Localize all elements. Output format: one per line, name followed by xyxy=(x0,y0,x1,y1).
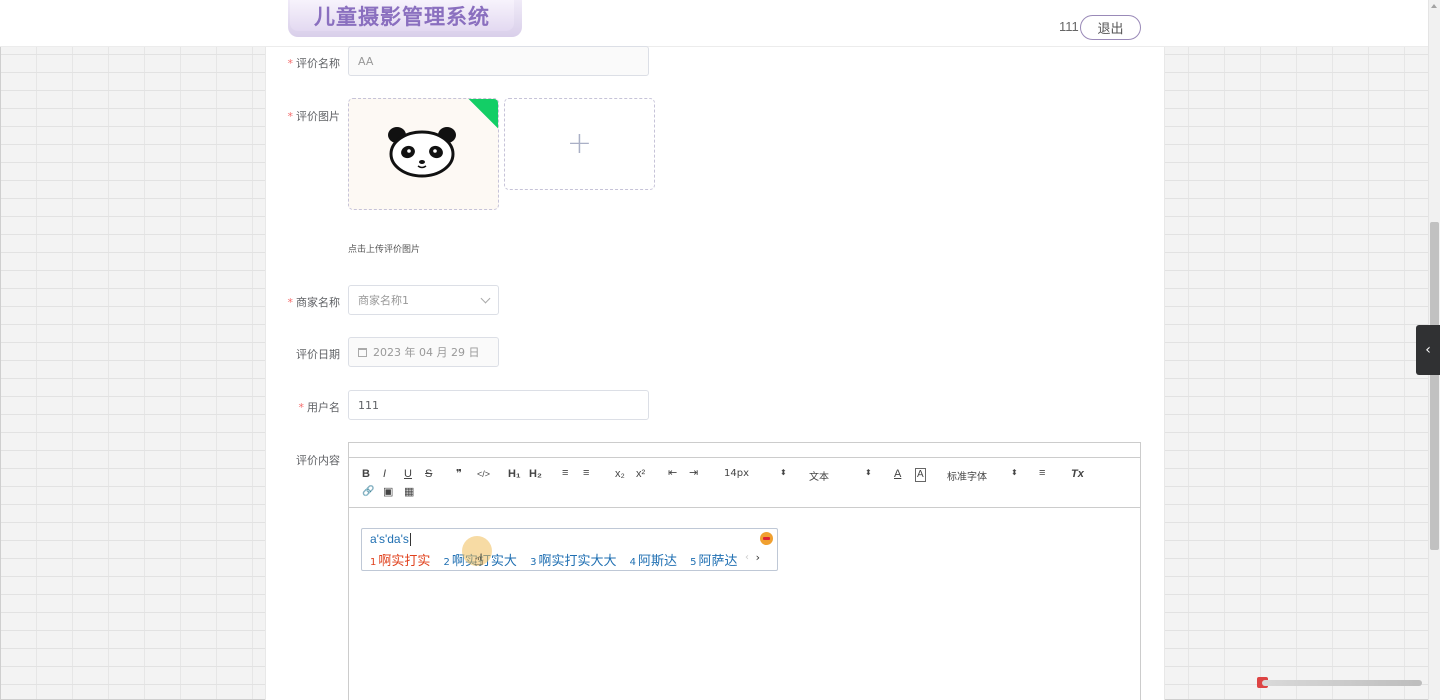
heading-select[interactable]: 文本 ⬍ xyxy=(809,468,874,483)
top-bar: 儿童摄影管理系统 111 退出 xyxy=(0,0,1428,47)
username-value: 111 xyxy=(358,398,379,412)
align-icon[interactable]: ≡ xyxy=(1039,467,1045,479)
required-mark: * xyxy=(287,57,294,70)
brand-inner: 儿童摄影管理系统 xyxy=(290,0,514,31)
app-title: 儿童摄影管理系统 xyxy=(314,4,490,29)
ordered-list-icon[interactable]: ≡ xyxy=(562,467,568,479)
link-icon[interactable]: 🔗 xyxy=(362,486,374,498)
underline-button[interactable]: U xyxy=(404,468,412,480)
editor-toolbar: B I U S ❞ </> H₁ H₂ ≡ ≡ x₂ x² ⇤ ⇥ 14px ⬍ … xyxy=(349,458,1140,508)
text-color-icon[interactable]: A xyxy=(894,468,901,480)
rich-text-editor[interactable]: B I U S ❞ </> H₁ H₂ ≡ ≡ x₂ x² ⇤ ⇥ 14px ⬍ … xyxy=(348,442,1141,700)
ime-logo-icon xyxy=(760,532,773,545)
chevron-down-icon xyxy=(480,293,491,304)
panda-image xyxy=(388,127,456,178)
ime-candidate[interactable]: 5 阿萨达 xyxy=(690,554,737,569)
ime-candidate[interactable]: 4 阿斯达 xyxy=(630,554,677,569)
hand-cursor-icon: ☝ xyxy=(474,550,484,569)
video-icon[interactable]: ▦ xyxy=(404,486,414,498)
editor-top-strip xyxy=(349,443,1140,458)
italic-button[interactable]: I xyxy=(383,468,386,480)
scroll-up-arrow-icon[interactable] xyxy=(1431,4,1437,8)
ime-next-page-icon[interactable]: › xyxy=(756,551,760,564)
clean-format-icon[interactable]: Tx xyxy=(1071,468,1084,480)
background-color-icon[interactable]: A xyxy=(915,468,926,482)
strike-button[interactable]: S xyxy=(425,468,432,480)
quote-icon[interactable]: ❞ xyxy=(456,468,462,480)
ime-composition: a's'da's xyxy=(370,532,411,547)
current-user: 111 xyxy=(1059,19,1079,34)
add-image-button[interactable]: + xyxy=(504,98,655,190)
font-size-select[interactable]: 14px ⬍ xyxy=(724,468,789,479)
review-date-value: 2023 年 04 月 29 日 xyxy=(373,346,480,359)
required-mark: * xyxy=(298,401,305,414)
required-mark: * xyxy=(287,110,294,123)
review-image-label: * 评价图片 xyxy=(287,110,341,123)
review-content-label: 评价内容 xyxy=(296,454,340,467)
indent-icon[interactable]: ⇥ xyxy=(689,467,698,479)
merchant-select[interactable]: 商家名称1 xyxy=(348,285,499,315)
merchant-name-label: * 商家名称 xyxy=(287,296,341,309)
outdent-icon[interactable]: ⇤ xyxy=(668,467,677,479)
uploaded-image-card[interactable] xyxy=(348,98,499,210)
logout-button[interactable]: 退出 xyxy=(1080,15,1141,40)
bullet-list-icon[interactable]: ≡ xyxy=(583,467,589,479)
ime-candidate[interactable]: 1 啊实打实 xyxy=(370,554,430,569)
ime-candidate-window: a's'da's 1啊实打实 2啊实打实大 3啊实打实大大 4阿斯达 5阿萨达 … xyxy=(361,528,778,571)
calendar-icon xyxy=(358,347,367,357)
code-icon[interactable]: </> xyxy=(477,468,490,480)
plus-icon: + xyxy=(566,126,593,161)
h1-button[interactable]: H₁ xyxy=(508,468,521,480)
merchant-value: 商家名称1 xyxy=(358,294,409,307)
side-drawer-toggle[interactable]: ‹ xyxy=(1416,325,1440,375)
review-name-value: AA xyxy=(358,54,374,68)
image-icon[interactable]: ▣ xyxy=(383,486,393,498)
taskbar-strip xyxy=(1262,680,1422,686)
review-date-picker[interactable]: 2023 年 04 月 29 日 xyxy=(348,337,499,367)
upload-hint: 点击上传评价图片 xyxy=(348,245,421,255)
required-mark: * xyxy=(287,296,294,309)
ime-candidate[interactable]: 3 啊实打实大大 xyxy=(530,554,616,569)
h2-button[interactable]: H₂ xyxy=(529,468,542,480)
review-date-label: 评价日期 xyxy=(296,348,340,361)
review-name-input[interactable]: AA xyxy=(348,46,649,76)
review-name-label: * 评价名称 xyxy=(287,57,341,70)
bold-button[interactable]: B xyxy=(362,468,370,480)
scrollbar-thumb[interactable] xyxy=(1430,222,1439,550)
username-label: * 用户名 xyxy=(298,401,341,414)
subscript-button[interactable]: x₂ xyxy=(615,468,625,480)
font-family-select[interactable]: 标准字体 ⬍ xyxy=(947,468,1022,483)
brand-badge: 儿童摄影管理系统 xyxy=(288,0,522,37)
superscript-button[interactable]: x² xyxy=(636,468,645,480)
ime-candidates: 1啊实打实 2啊实打实大 3啊实打实大大 4阿斯达 5阿萨达 xyxy=(370,550,747,569)
username-input[interactable]: 111 xyxy=(348,390,649,420)
ime-prev-page-icon[interactable]: ‹ xyxy=(745,552,749,563)
